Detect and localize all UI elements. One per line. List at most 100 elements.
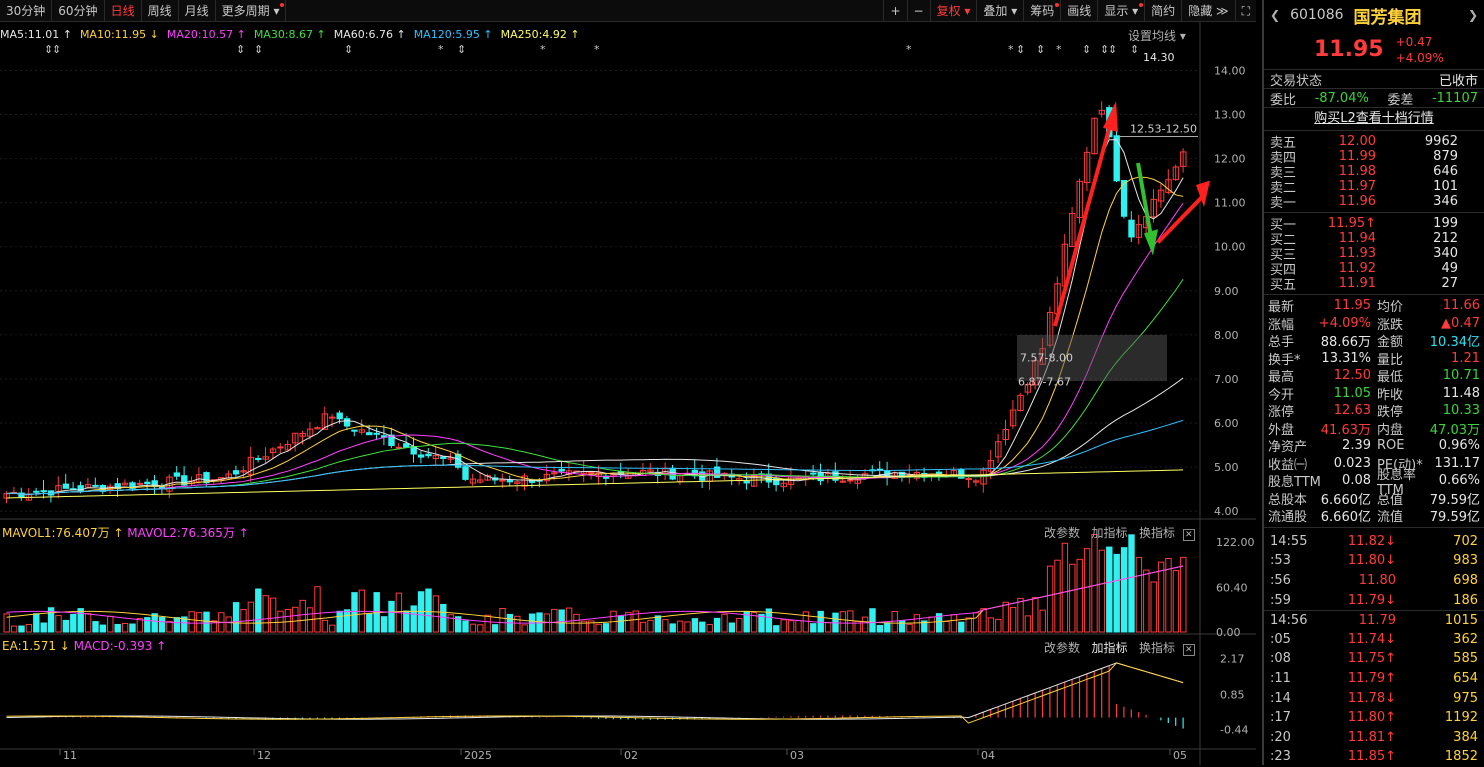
price-tick-label: 7.00 (1214, 373, 1239, 386)
candle-body (588, 471, 595, 474)
macd-add-indicator-button[interactable]: 加指标 (1091, 641, 1127, 655)
zoom-out-button[interactable]: − (906, 0, 930, 22)
ob-volume: 101 (1433, 179, 1458, 194)
tab-60min[interactable]: 60分钟 (52, 0, 105, 22)
tick-row: :59 11.79↓ 186 (1264, 590, 1484, 610)
volume-bar (77, 608, 84, 633)
stat-cell: 金额 10.34亿 (1377, 332, 1480, 350)
volume-bar (195, 612, 203, 633)
price-tick-label: 10.00 (1214, 241, 1246, 254)
stat-label: 内盘 (1377, 422, 1404, 438)
prev-stock-icon[interactable]: ❮ (1270, 8, 1280, 22)
volume-bar (995, 618, 1002, 633)
tick-price: 11.75↑ (1347, 651, 1396, 667)
trade-status-row: 交易状态 已收市 (1264, 70, 1484, 89)
ob-price: 12.00 (1338, 134, 1376, 149)
candle-body (773, 477, 780, 486)
more-periods-label: 更多周期 (221, 3, 270, 18)
volume-bar (151, 613, 158, 633)
event-marker-icon: ⇕ (52, 43, 61, 56)
stat-label: 最低 (1377, 370, 1404, 386)
display-button[interactable]: 显示 ▾ (1097, 0, 1144, 22)
volume-bar (1106, 546, 1113, 633)
last-price: 11.95 (1314, 37, 1384, 62)
macd-close-icon[interactable]: ✕ (1182, 644, 1195, 656)
tab-weekly[interactable]: 周线 (142, 0, 179, 22)
volume-bar (84, 613, 92, 633)
price-tick-label: 4.00 (1214, 505, 1239, 518)
tick-price: 11.79 (1358, 612, 1396, 628)
next-stock-icon[interactable]: ❯ (1468, 8, 1478, 22)
stat-value: +4.09% (1318, 315, 1371, 331)
volume-bar (92, 621, 99, 633)
adjust-rights-button[interactable]: 复权 ▾ (929, 0, 977, 22)
stat-cell: 量比 1.21 (1377, 350, 1480, 368)
volume-bar (136, 617, 144, 633)
fullscreen-icon[interactable]: ⛶ (1234, 0, 1256, 22)
macd-edit-params-button[interactable]: 改参数 (1044, 641, 1080, 655)
vol-add-indicator-button[interactable]: 加指标 (1091, 526, 1127, 540)
stat-label: 今开 (1268, 387, 1295, 403)
stat-cell: 总股本 6.660亿 (1268, 490, 1371, 508)
volume-bar (129, 623, 136, 633)
tab-monthly[interactable]: 月线 (179, 0, 216, 22)
volume-bar (144, 617, 151, 633)
buy-l2-link[interactable]: 购买L2查看十档行情 (1264, 108, 1484, 130)
event-marker-icon: * (438, 43, 444, 56)
tab-30min[interactable]: 30分钟 (0, 0, 53, 22)
overlay-button[interactable]: 叠加 ▾ (976, 0, 1023, 22)
vol-close-icon[interactable]: ✕ (1182, 529, 1195, 541)
tab-more-periods[interactable]: 更多周期 ▾ (216, 0, 287, 22)
volume-bar (351, 592, 358, 633)
volume-bar (99, 624, 107, 633)
stat-cell: 总值 79.59亿 (1377, 490, 1480, 508)
stat-value: 131.17 (1434, 455, 1481, 471)
stat-cell: 跌停 10.33 (1377, 402, 1480, 420)
tick-time: 14:56 (1270, 612, 1308, 628)
ob-price: 11.94 (1338, 231, 1376, 246)
trade-status: 已收市 (1438, 73, 1478, 89)
simple-mode-button[interactable]: 简约 (1144, 0, 1181, 22)
tab-daily[interactable]: 日线 (105, 0, 142, 22)
stock-name: 国芳集团 (1353, 7, 1422, 28)
x-axis-label: 03 (790, 749, 804, 762)
ma-line (6, 278, 1184, 495)
volume-bar (602, 623, 610, 633)
tick-list[interactable]: 14:55 11.82↓ 702:53 11.80↓ 983:56 11.80 698:59… (1264, 528, 1484, 767)
volume-bar (1135, 556, 1143, 633)
weicha-value: -11107 (1431, 90, 1478, 106)
stock-header: ❮ 601086 国芳集团 ❯ (1264, 0, 1484, 30)
volume-bar (343, 609, 351, 633)
volume-bar (321, 619, 329, 633)
stats-grid: 最新 11.95 均价 11.66 涨幅 +4.09% 涨跌 ▲0.47 总手 88.66万 … (1264, 295, 1484, 528)
volume-bar (1039, 609, 1046, 633)
tick-price: 11.85↑ (1347, 749, 1396, 765)
ob-volume: 9962 (1424, 134, 1458, 149)
tick-volume: 186 (1453, 592, 1478, 608)
orderbook-row[interactable]: 卖一 11.96 346 (1264, 194, 1484, 211)
period-toolbar: 30分钟 60分钟 日线 周线 月线 更多周期 ▾ + − 复权 ▾ 叠加 ▾ … (0, 0, 1256, 22)
chips-button[interactable]: 筹码 (1023, 0, 1060, 22)
candle-body (40, 490, 47, 493)
volume-bar (669, 623, 676, 633)
macd-switch-indicator-button[interactable]: 换指标 (1139, 641, 1175, 655)
zoom-in-button[interactable]: + (883, 0, 906, 22)
vol-switch-indicator-button[interactable]: 换指标 (1139, 526, 1175, 540)
candle-body (417, 454, 425, 458)
volume-bar (1024, 615, 1032, 633)
vol-edit-params-button[interactable]: 改参数 (1044, 526, 1080, 540)
volume-bar (625, 612, 632, 633)
trend-arrow (1053, 113, 1115, 327)
candle-body (425, 453, 432, 457)
draw-line-button[interactable]: 画线 (1060, 0, 1097, 22)
stat-value: 11.05 (1333, 385, 1371, 401)
volume-bar (558, 609, 565, 633)
orderbook-row[interactable]: 买五 11.91 27 (1264, 276, 1484, 293)
stat-cell: 内盘 47.03万 (1377, 420, 1480, 438)
candle-body (810, 472, 817, 475)
volume-bar (269, 597, 277, 633)
ob-volume: 212 (1433, 231, 1458, 246)
tick-volume: 362 (1453, 631, 1478, 647)
tick-price: 11.80↑ (1347, 710, 1396, 726)
hide-button[interactable]: 隐藏 ≫ (1181, 0, 1234, 22)
